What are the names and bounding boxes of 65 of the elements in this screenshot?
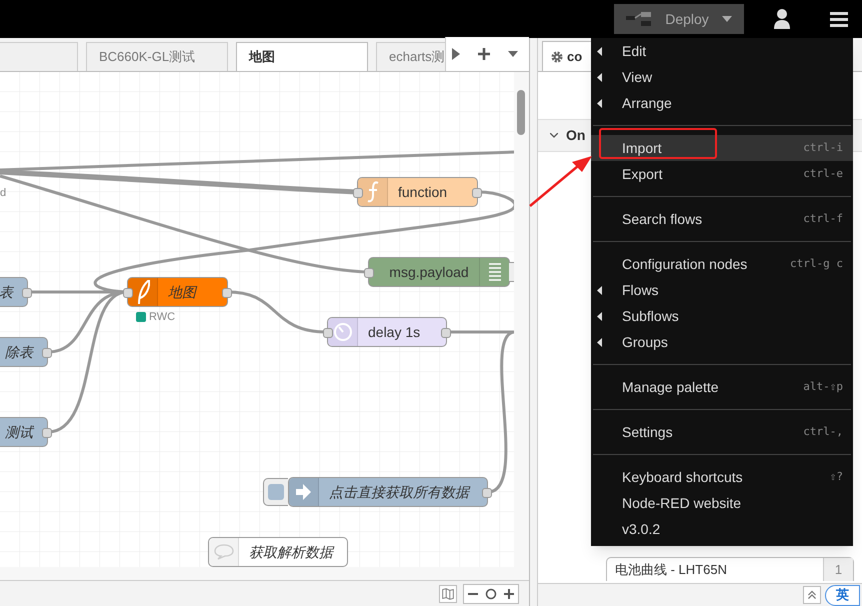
node-port[interactable]	[222, 288, 232, 298]
node-port[interactable]	[42, 348, 52, 358]
menu-item[interactable]: Subflows	[591, 303, 853, 329]
inject-button[interactable]	[263, 478, 288, 506]
flow-tab[interactable]: BC660K-GL测试	[86, 42, 228, 71]
status-text: RWC	[149, 310, 176, 325]
menu-item[interactable]: Arrange	[591, 90, 853, 116]
timer-icon	[332, 322, 352, 342]
feather-icon	[136, 280, 150, 304]
scroll-right-icon[interactable]	[452, 48, 460, 60]
deploy-button[interactable]: Deploy	[614, 4, 744, 34]
caret-icon	[722, 16, 732, 22]
menu-item[interactable]: Export ctrl-e	[591, 161, 853, 187]
flow-tab[interactable]: echarts测	[376, 42, 445, 71]
input-method-badge[interactable]: 英	[825, 584, 860, 606]
map-icon[interactable]	[439, 584, 457, 602]
menu-item[interactable]: Import ctrl-i	[591, 135, 853, 161]
scrollbar-thumb[interactable]	[517, 90, 525, 135]
comment-node[interactable]: 获取解析数据	[208, 537, 348, 567]
node-port[interactable]	[482, 488, 492, 498]
add-icon[interactable]	[478, 48, 490, 60]
caret-icon[interactable]	[508, 51, 518, 57]
expand-icon[interactable]	[803, 586, 821, 604]
flow-tab[interactable]: 地图	[236, 42, 368, 71]
menu-icon[interactable]	[830, 12, 848, 26]
node-port[interactable]	[323, 328, 333, 338]
node-port[interactable]	[441, 328, 451, 338]
menu-item[interactable]: Settings ctrl-,	[591, 419, 853, 445]
node-port[interactable]	[472, 188, 482, 198]
menu-item[interactable]: Manage palette alt-⇧p	[591, 374, 853, 400]
gear-icon	[551, 50, 563, 62]
user-icon[interactable]	[774, 9, 790, 29]
chevron-icon	[550, 133, 558, 138]
tab-label: co	[567, 48, 582, 66]
shortcut-text: ctrl-g c	[790, 256, 843, 272]
speech-bubble-icon	[214, 544, 234, 560]
vertical-scrollbar[interactable]	[514, 72, 529, 567]
panel-splitter[interactable]	[530, 38, 538, 606]
menu-item[interactable]: v3.0.2	[591, 516, 853, 542]
pointer-arrow	[528, 156, 594, 208]
node-label: d	[0, 186, 6, 201]
menu-item[interactable]: Configuration nodes ctrl-g c	[591, 251, 853, 277]
node-port[interactable]	[42, 428, 52, 438]
node-port[interactable]	[123, 288, 133, 298]
menu-item[interactable]: Flows	[591, 277, 853, 303]
shortcut-text: ctrl-i	[803, 140, 843, 156]
horizontal-scrollbar[interactable]	[0, 567, 529, 580]
function-icon	[366, 181, 380, 203]
shortcut-text: ⇧?	[830, 468, 843, 485]
menu-item[interactable]: Groups	[591, 329, 853, 355]
list-icon	[488, 263, 500, 281]
menu-item[interactable]: Search flows ctrl-f	[591, 206, 853, 232]
menu-item[interactable]: Keyboard shortcuts ⇧?	[591, 464, 853, 490]
node-port[interactable]	[22, 288, 32, 298]
node-port[interactable]	[353, 188, 363, 198]
shortcut-text: alt-⇧p	[803, 378, 843, 395]
node-count: 1	[823, 558, 853, 581]
shortcut-text: ctrl-e	[803, 166, 843, 182]
deploy-icon	[626, 12, 652, 26]
node-port[interactable]	[364, 268, 374, 278]
arrow-icon	[296, 483, 312, 501]
shortcut-text: ctrl-f	[803, 210, 843, 227]
flow-item[interactable]: 电池曲线 - LHT65N	[607, 558, 823, 581]
menu-item[interactable]: Node-RED website	[591, 490, 853, 516]
shortcut-text: ctrl-,	[803, 424, 843, 440]
